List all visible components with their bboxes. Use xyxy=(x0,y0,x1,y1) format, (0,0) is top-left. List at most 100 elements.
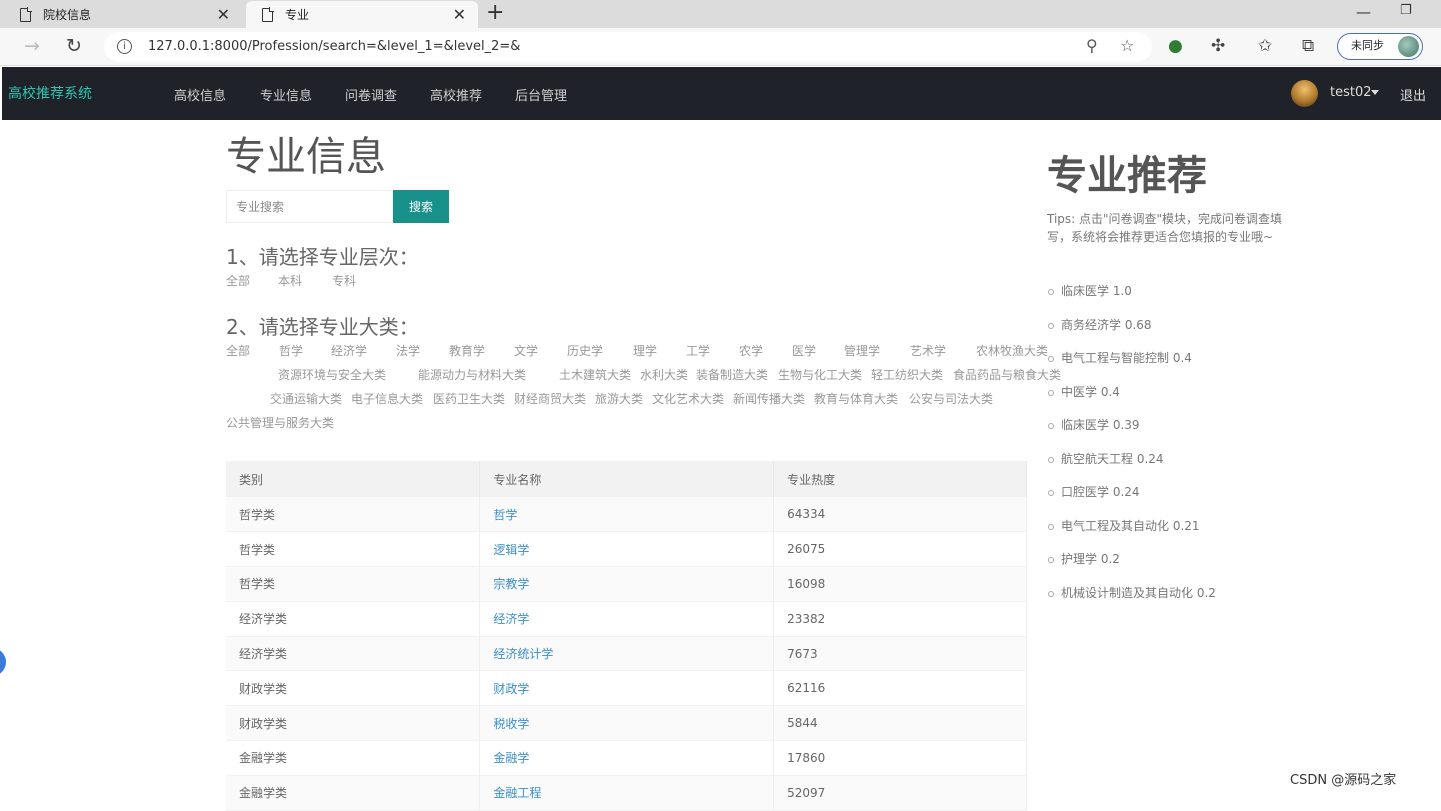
level-option-undergrad[interactable]: 本科 xyxy=(278,272,302,289)
col-header-name: 专业名称 xyxy=(479,461,775,497)
browser-tab[interactable]: 院校信息 ✕ xyxy=(4,1,242,28)
major-link[interactable]: 哲学 xyxy=(493,508,517,522)
category-option[interactable]: 资源环境与安全大类 xyxy=(278,366,386,383)
category-option[interactable]: 教育学 xyxy=(449,342,485,359)
cell-category: 哲学类 xyxy=(226,531,481,568)
category-option[interactable]: 食品药品与粮食大类 xyxy=(953,366,1061,383)
category-option[interactable]: 轻工纺织大类 xyxy=(871,366,943,383)
nav-item-colleges[interactable]: 高校信息 xyxy=(174,85,226,104)
category-option[interactable]: 医学 xyxy=(792,342,816,359)
category-option[interactable]: 电子信息大类 xyxy=(351,390,423,407)
list-item: 临床医学 1.0 xyxy=(1047,281,1216,315)
major-link[interactable]: 金融工程 xyxy=(493,786,541,800)
category-option[interactable]: 土木建筑大类 xyxy=(559,366,631,383)
favorites-icon[interactable]: ✩ xyxy=(1258,36,1272,56)
category-option[interactable]: 管理学 xyxy=(844,342,880,359)
forward-icon[interactable]: → xyxy=(24,35,40,57)
table-row: 哲学类 宗教学 16098 xyxy=(226,566,1027,602)
nav-item-survey[interactable]: 问卷调查 xyxy=(345,85,397,104)
category-option[interactable]: 交通运输大类 xyxy=(270,390,342,407)
info-icon[interactable]: i xyxy=(117,39,132,54)
extension-icon[interactable]: ● xyxy=(1168,36,1183,56)
recommend-list: 临床医学 1.0 商务经济学 0.68 电气工程与智能控制 0.4 中医学 0.… xyxy=(1047,281,1216,616)
table-row: 金融学类 金融工程 52097 xyxy=(226,775,1027,811)
major-link[interactable]: 财政学 xyxy=(493,682,529,696)
list-item: 临床医学 0.39 xyxy=(1047,415,1216,449)
major-link[interactable]: 经济统计学 xyxy=(493,647,553,661)
category-option[interactable]: 哲学 xyxy=(279,342,303,359)
category-option[interactable]: 公安与司法大类 xyxy=(909,390,993,407)
table-row: 财政学类 税收学 5844 xyxy=(226,705,1027,742)
minimize-icon[interactable]: — xyxy=(1356,3,1371,21)
list-item: 航空航天工程 0.24 xyxy=(1047,449,1216,483)
side-panel-handle[interactable] xyxy=(0,648,6,676)
list-item: 商务经济学 0.68 xyxy=(1047,315,1216,349)
category-option[interactable]: 历史学 xyxy=(567,342,603,359)
search-button[interactable]: 搜索 xyxy=(393,190,449,223)
major-link[interactable]: 逻辑学 xyxy=(493,543,529,557)
address-bar[interactable]: i 127.0.0.1:8000/Profession/search=&leve… xyxy=(104,32,1152,62)
close-tab-icon[interactable]: ✕ xyxy=(217,5,230,24)
category-option[interactable]: 教育与体育大类 xyxy=(814,390,898,407)
restore-icon[interactable]: ❐ xyxy=(1400,3,1412,18)
level-option-junior[interactable]: 专科 xyxy=(332,272,356,289)
category-option[interactable]: 旅游大类 xyxy=(595,390,643,407)
tab-title: 院校信息 xyxy=(43,8,92,22)
category-option[interactable]: 工学 xyxy=(686,342,710,359)
search-input[interactable] xyxy=(226,190,393,223)
caret-down-icon[interactable] xyxy=(1371,90,1379,95)
category-option[interactable]: 经济学 xyxy=(331,342,367,359)
recommend-tips: Tips: 点击"问卷调查"模块，完成问卷调查填写，系统将会推荐更适合您填报的专… xyxy=(1047,212,1283,244)
favorite-add-icon[interactable]: ☆ xyxy=(1120,36,1134,55)
major-link[interactable]: 金融学 xyxy=(493,751,529,765)
category-option[interactable]: 医药卫生大类 xyxy=(433,390,505,407)
close-tab-icon[interactable]: ✕ xyxy=(453,5,466,24)
category-option[interactable]: 法学 xyxy=(396,342,420,359)
collections-icon[interactable]: ⧉ xyxy=(1302,36,1314,56)
category-option[interactable]: 艺术学 xyxy=(910,342,946,359)
tab-title: 专业 xyxy=(285,8,310,22)
category-option[interactable]: 财经商贸大类 xyxy=(514,390,586,407)
new-tab-icon[interactable]: + xyxy=(486,1,504,25)
watermark: CSDN @源码之家 xyxy=(1290,773,1397,788)
url-text[interactable]: 127.0.0.1:8000/Profession/search=&level_… xyxy=(148,39,520,54)
category-option[interactable]: 文学 xyxy=(514,342,538,359)
logout-link[interactable]: 退出 xyxy=(1400,85,1426,104)
category-option[interactable]: 农学 xyxy=(739,342,763,359)
category-option[interactable]: 能源动力与材料大类 xyxy=(418,366,526,383)
major-link[interactable]: 税收学 xyxy=(493,717,529,731)
category-option[interactable]: 生物与化工大类 xyxy=(778,366,862,383)
category-option[interactable]: 农林牧渔大类 xyxy=(976,342,1048,359)
site-navbar: 高校推荐系统 高校信息 专业信息 问卷调查 高校推荐 后台管理 test02 退… xyxy=(2,67,1441,120)
category-option[interactable]: 理学 xyxy=(633,342,657,359)
category-option[interactable]: 水利大类 xyxy=(640,366,688,383)
zoom-icon[interactable]: ⚲ xyxy=(1086,36,1098,55)
list-item: 电气工程及其自动化 0.21 xyxy=(1047,516,1216,550)
category-option[interactable]: 公共管理与服务大类 xyxy=(226,414,334,431)
refresh-icon[interactable]: ↻ xyxy=(66,35,82,57)
browser-tab-active[interactable]: 专业 ✕ xyxy=(246,1,478,28)
category-section-title: 2、请选择专业大类： xyxy=(226,315,419,339)
major-link[interactable]: 宗教学 xyxy=(493,577,529,591)
extensions-icon[interactable]: ✣ xyxy=(1211,36,1225,56)
col-header-heat: 专业热度 xyxy=(773,461,1027,497)
list-item: 护理学 0.2 xyxy=(1047,549,1216,583)
major-link[interactable]: 经济学 xyxy=(493,612,529,626)
table-row: 经济学类 经济统计学 7673 xyxy=(226,636,1027,672)
user-avatar[interactable] xyxy=(1291,80,1318,107)
brand-logo[interactable]: 高校推荐系统 xyxy=(8,83,92,103)
profile-sync-button[interactable]: 未同步 xyxy=(1337,33,1423,60)
category-option[interactable]: 文化艺术大类 xyxy=(652,390,724,407)
category-option[interactable]: 全部 xyxy=(226,342,250,359)
nav-item-majors[interactable]: 专业信息 xyxy=(260,85,312,104)
username-dropdown[interactable]: test02 xyxy=(1330,85,1372,100)
nav-item-admin[interactable]: 后台管理 xyxy=(515,85,567,104)
level-option-all[interactable]: 全部 xyxy=(226,272,250,289)
category-option[interactable]: 新闻传播大类 xyxy=(733,390,805,407)
category-option[interactable]: 装备制造大类 xyxy=(696,366,768,383)
table-row: 经济学类 经济学 23382 xyxy=(226,601,1027,637)
cell-category: 哲学类 xyxy=(226,497,481,533)
table-row: 金融学类 金融学 17860 xyxy=(226,740,1027,776)
cell-heat: 26075 xyxy=(773,531,1027,568)
nav-item-recommend[interactable]: 高校推荐 xyxy=(430,85,482,104)
